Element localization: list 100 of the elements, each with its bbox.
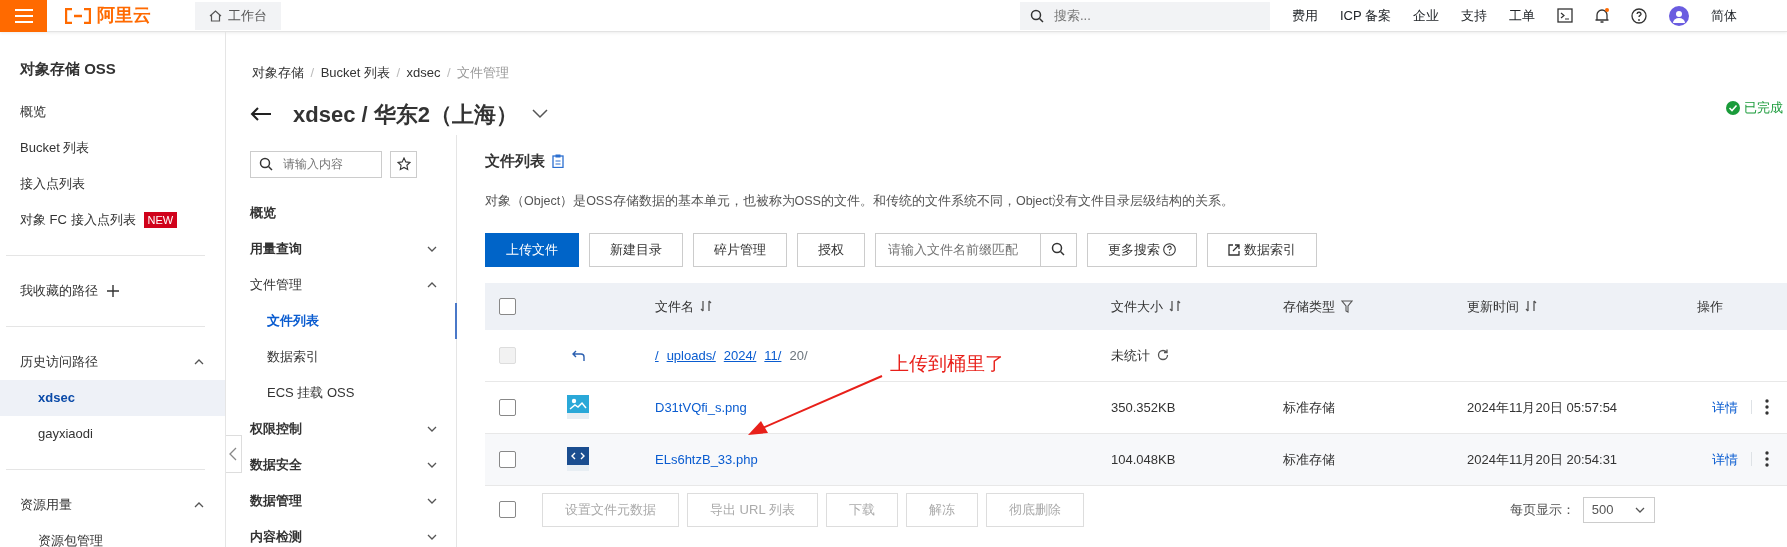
checkbox[interactable] [499, 398, 516, 416]
chevron-left-icon [229, 446, 237, 461]
file-name-link[interactable]: D31tVQfi_s.png [655, 399, 747, 415]
sidebar-item[interactable]: Bucket 列表 [0, 130, 225, 166]
toolbar-button[interactable]: 碎片管理 [693, 232, 787, 267]
help-icon[interactable] [1631, 7, 1647, 24]
details-link[interactable]: 详情 [1712, 397, 1738, 417]
back-arrow-icon[interactable] [250, 106, 272, 122]
more-search-button[interactable]: 更多搜索 [1087, 232, 1198, 267]
section-header[interactable]: 历史访问路径 [0, 344, 225, 380]
toolbar-button[interactable]: 新建目录 [589, 232, 683, 267]
checkbox[interactable] [499, 501, 516, 519]
page-size-label: 每页显示： [1509, 501, 1575, 519]
nav-label: 数据安全 [250, 455, 302, 474]
search-box[interactable]: 请输入内容 [250, 150, 382, 178]
file-search-box[interactable]: 请输入文件名前缀匹配 [875, 232, 1077, 267]
size-text: 104.048KB [1111, 450, 1177, 469]
code-file-icon [567, 447, 589, 472]
language-link[interactable]: 简体 [1711, 5, 1737, 26]
sidebar-item[interactable]: xdsec [0, 380, 225, 416]
breadcrumb-separator: / [310, 64, 315, 82]
details-link[interactable]: 详情 [1712, 449, 1738, 469]
sort-icon[interactable] [1169, 300, 1181, 313]
search-icon [1050, 241, 1067, 258]
search-box[interactable]: 搜索... [1019, 1, 1270, 30]
breadcrumb-current: 文件管理 [457, 64, 510, 82]
nav-item[interactable]: 数据索引 [250, 338, 438, 375]
nav-item[interactable]: 概览 [250, 194, 438, 231]
nav-link[interactable]: 费用 [1291, 5, 1318, 26]
nav-label: 用量查询 [250, 239, 302, 258]
nav-item[interactable]: ECS 挂载 OSS [250, 374, 438, 411]
file-name-link[interactable]: ELs6htzB_33.php [655, 451, 758, 467]
chevron-down-icon[interactable] [530, 108, 549, 120]
plus-icon[interactable] [106, 284, 120, 298]
new-badge: NEW [143, 212, 178, 228]
page-size-select[interactable]: 500 [1582, 496, 1655, 523]
help-icon [1163, 243, 1177, 257]
clipboard-icon[interactable] [551, 153, 564, 168]
nav-item[interactable]: 数据安全 [250, 446, 438, 483]
toolbar-button[interactable]: 授权 [797, 232, 865, 267]
bell-icon[interactable] [1595, 7, 1609, 24]
nav-item[interactable]: 文件管理 [250, 266, 438, 303]
sidebar-title: 对象存储 OSS [19, 59, 117, 79]
terminal-icon[interactable] [1557, 8, 1573, 23]
item-label: 接入点列表 [20, 175, 85, 193]
refresh-icon[interactable] [1156, 349, 1169, 362]
sidebar-item[interactable]: 资源包管理 [0, 523, 225, 547]
sidebar-item[interactable]: 概览 [0, 94, 225, 130]
sidebar-item[interactable]: 接入点列表 [0, 166, 225, 202]
nav-link[interactable]: ICP 备案 [1339, 5, 1391, 26]
avatar-icon[interactable] [1669, 5, 1689, 26]
breadcrumb-link[interactable]: Bucket 列表 [320, 63, 390, 83]
nav-link[interactable]: 工单 [1509, 5, 1535, 26]
image-file-icon [567, 395, 589, 420]
more-icon[interactable] [1765, 399, 1769, 416]
data-index-button[interactable]: 数据索引 [1207, 232, 1317, 267]
favorites-label: 我收藏的路径 [20, 282, 98, 300]
nav-link[interactable]: 支持 [1461, 5, 1487, 26]
nav-item[interactable]: 权限控制 [250, 410, 438, 447]
annotation-text: 上传到桶里了 [890, 352, 1004, 376]
page-title: xdsec / 华东2（上海） [293, 100, 518, 129]
updated-time: 2024年11月20日 20:54:31 [1467, 450, 1619, 469]
nav-label: 内容检测 [250, 527, 302, 546]
sidebar-item[interactable]: gayxiaodi [0, 416, 225, 452]
column-header: 文件名 [655, 297, 694, 316]
breadcrumb-link[interactable]: 对象存储 [252, 63, 304, 83]
upload-button[interactable]: 上传文件 [485, 232, 579, 267]
description-text: 对象（Object）是OSS存储数据的基本单元，也被称为OSS的文件。和传统的文件系统不同，Object没有文件目录层级结构的关系。 [485, 193, 1236, 210]
search-icon [1029, 8, 1044, 23]
column-header: 文件大小 [1111, 297, 1163, 316]
more-icon[interactable] [1765, 451, 1769, 468]
external-link-icon [1228, 243, 1241, 256]
sidebar-item[interactable]: 对象 FC 接入点列表 NEW [0, 202, 225, 238]
workbench-button[interactable]: 工作台 [195, 1, 281, 30]
checkbox[interactable] [499, 450, 516, 468]
section-title: 文件列表 [485, 150, 545, 171]
nav-item[interactable]: 内容检测 [250, 518, 438, 547]
nav-item[interactable]: 文件列表 [250, 302, 457, 339]
check-circle-icon [1726, 100, 1740, 115]
favorite-button[interactable] [390, 150, 417, 178]
search-field[interactable]: 搜索... [1051, 4, 1252, 27]
back-icon[interactable] [571, 350, 585, 363]
nav-item[interactable]: 用量查询 [250, 230, 438, 267]
section-label: 资源用量 [20, 496, 72, 514]
home-icon [209, 9, 222, 22]
sort-icon[interactable] [700, 300, 712, 313]
menu-icon [14, 8, 33, 23]
sort-icon[interactable] [1525, 300, 1537, 313]
item-label: 对象 FC 接入点列表 [20, 211, 136, 229]
status-text: 已完成 [1744, 99, 1783, 117]
filter-icon[interactable] [1341, 299, 1353, 313]
checkbox[interactable] [499, 297, 516, 315]
menu-button[interactable] [0, 0, 47, 32]
breadcrumb-link[interactable]: xdsec [406, 63, 441, 83]
section-header[interactable]: 资源用量 [0, 487, 225, 523]
storage-type: 标准存储 [1283, 398, 1336, 417]
nav-item[interactable]: 数据管理 [250, 482, 438, 519]
logo-text: 阿里云 [97, 4, 151, 27]
nav-label: 概览 [250, 203, 276, 222]
nav-link[interactable]: 企业 [1413, 5, 1439, 26]
